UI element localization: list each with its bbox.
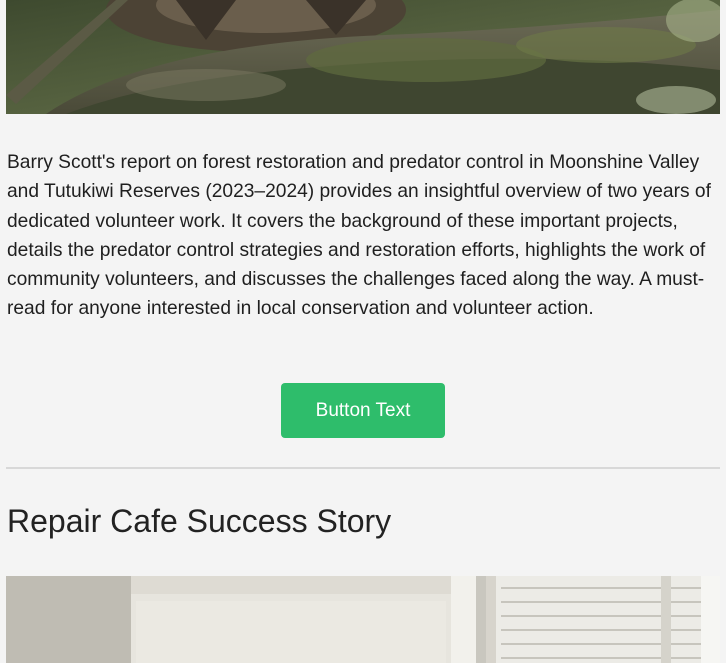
section-heading: Repair Cafe Success Story (7, 503, 392, 539)
section-divider (6, 467, 720, 469)
cta-button[interactable]: Button Text (281, 383, 445, 438)
section-image (6, 576, 720, 663)
article-description: Barry Scott's report on forest restorati… (7, 152, 711, 320)
article-image (6, 0, 720, 114)
